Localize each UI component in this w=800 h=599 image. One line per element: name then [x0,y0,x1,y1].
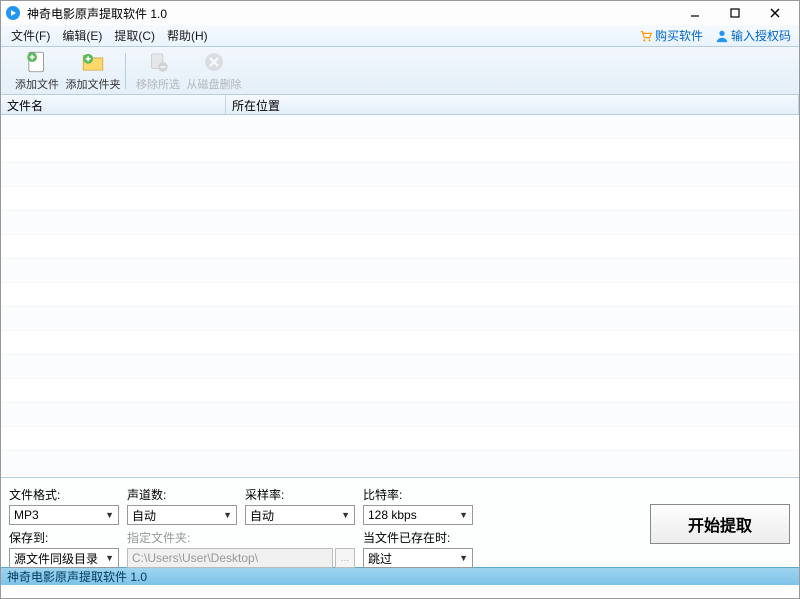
table-row [1,307,799,331]
file-format-combo[interactable]: MP3▼ [9,505,119,525]
delete-from-disk-button: 从磁盘删除 [186,47,242,94]
bitrate-combo[interactable]: 128 kbps▼ [363,505,473,525]
titlebar: 神奇电影原声提取软件 1.0 [1,1,799,25]
maximize-button[interactable] [715,3,755,23]
auth-label: 输入授权码 [731,27,791,44]
save-to-label: 保存到: [9,527,119,546]
col-filename[interactable]: 文件名 [1,95,226,114]
add-file-icon [24,49,50,75]
table-row [1,451,799,475]
start-extract-button[interactable]: 开始提取 [650,504,790,544]
table-row [1,187,799,211]
remove-label: 移除所选 [136,76,180,92]
table-row [1,403,799,427]
add-folder-icon [80,49,106,75]
chevron-down-icon: ▼ [105,510,114,520]
chevron-down-icon: ▼ [223,510,232,520]
menu-file[interactable]: 文件(F) [5,25,56,46]
exists-combo[interactable]: 跳过▼ [363,548,473,568]
user-icon [715,29,729,43]
menu-edit[interactable]: 编辑(E) [56,25,108,46]
col-location[interactable]: 所在位置 [226,95,799,114]
sample-rate-label: 采样率: [245,484,355,503]
table-header: 文件名 所在位置 [1,95,799,115]
channels-label: 声道数: [127,484,237,503]
remove-icon [145,49,171,75]
settings-panel: 文件格式: 声道数: 采样率: 比特率: MP3▼ 自动▼ 自动▼ 128 kb… [1,477,799,567]
table-row [1,211,799,235]
folder-path-input: C:\Users\User\Desktop\ [127,548,333,568]
file-list[interactable] [1,115,799,477]
folder-label: 指定文件夹: [127,527,355,546]
chevron-down-icon: ▼ [459,553,468,563]
minimize-button[interactable] [675,3,715,23]
status-text: 神奇电影原声提取软件 1.0 [7,568,147,585]
buy-label: 购买软件 [655,27,703,44]
remove-selected-button: 移除所选 [130,47,186,94]
add-folder-label: 添加文件夹 [66,76,121,92]
toolbar: 添加文件 添加文件夹 移除所选 从磁盘删除 [1,47,799,95]
table-row [1,427,799,451]
chevron-down-icon: ▼ [459,510,468,520]
channels-combo[interactable]: 自动▼ [127,505,237,525]
table-row [1,283,799,307]
delete-disk-icon [201,49,227,75]
file-format-label: 文件格式: [9,484,119,503]
save-to-combo[interactable]: 源文件同级目录▼ [9,548,119,568]
menubar: 文件(F) 编辑(E) 提取(C) 帮助(H) 购买软件 输入授权码 [1,25,799,47]
table-row [1,355,799,379]
table-row [1,139,799,163]
browse-button: ... [335,548,355,568]
table-row [1,235,799,259]
bitrate-label: 比特率: [363,484,473,503]
add-folder-button[interactable]: 添加文件夹 [65,47,121,94]
delete-disk-label: 从磁盘删除 [187,76,242,92]
menu-extract[interactable]: 提取(C) [108,25,161,46]
table-row [1,331,799,355]
statusbar: 神奇电影原声提取软件 1.0 [1,567,799,585]
buy-software-link[interactable]: 购买软件 [635,25,707,46]
menu-help[interactable]: 帮助(H) [161,25,214,46]
table-row [1,259,799,283]
chevron-down-icon: ▼ [105,553,114,563]
auth-code-link[interactable]: 输入授权码 [711,25,795,46]
cart-icon [639,29,653,43]
exists-label: 当文件已存在时: [363,527,473,546]
sample-rate-combo[interactable]: 自动▼ [245,505,355,525]
add-file-button[interactable]: 添加文件 [9,47,65,94]
add-file-label: 添加文件 [15,76,59,92]
toolbar-separator [125,53,126,89]
table-row [1,163,799,187]
close-button[interactable] [755,3,795,23]
window-title: 神奇电影原声提取软件 1.0 [27,5,675,22]
table-row [1,379,799,403]
table-row [1,115,799,139]
chevron-down-icon: ▼ [341,510,350,520]
app-icon [5,5,21,21]
